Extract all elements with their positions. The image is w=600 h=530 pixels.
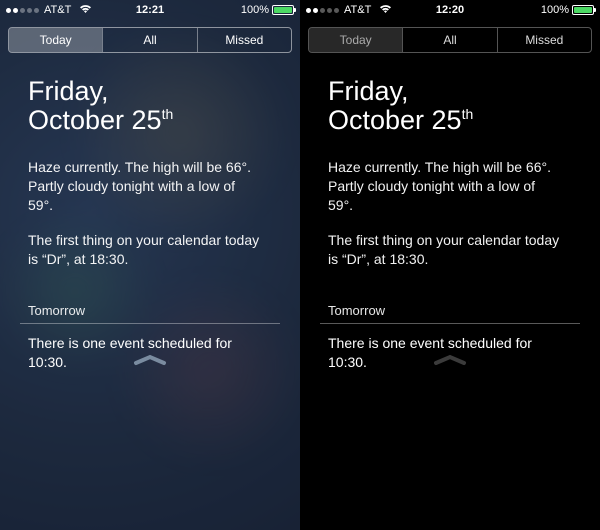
- tab-missed[interactable]: Missed: [497, 28, 591, 52]
- date-weekday: Friday,: [328, 77, 580, 105]
- tab-all[interactable]: All: [402, 28, 496, 52]
- date-ordinal: th: [462, 106, 474, 122]
- calendar-summary: The first thing on your calendar today i…: [328, 231, 568, 269]
- date-ordinal: th: [162, 106, 174, 122]
- today-content: Friday, October 25th Haze currently. The…: [0, 53, 300, 372]
- tab-today[interactable]: Today: [9, 28, 102, 52]
- today-content: Friday, October 25th Haze currently. The…: [300, 53, 600, 372]
- tab-missed[interactable]: Missed: [197, 28, 291, 52]
- battery-icon: [572, 5, 594, 15]
- grabber-handle[interactable]: [300, 354, 600, 366]
- tabs-segmented-control[interactable]: Today All Missed: [8, 27, 292, 53]
- battery-icon: [272, 5, 294, 15]
- status-time: 12:20: [300, 4, 600, 16]
- tabs-segmented-control[interactable]: Today All Missed: [308, 27, 592, 53]
- status-time: 12:21: [0, 4, 300, 16]
- notification-center-pane-blurred: AT&T 12:21 100% Today All Missed Friday,…: [0, 0, 300, 530]
- divider: [320, 323, 580, 324]
- status-bar: AT&T 12:20 100%: [300, 0, 600, 20]
- date-month-day-text: October 25: [328, 105, 462, 135]
- weather-summary: Haze currently. The high will be 66°. Pa…: [28, 158, 258, 215]
- tab-today[interactable]: Today: [309, 28, 402, 52]
- tomorrow-label: Tomorrow: [28, 303, 280, 318]
- status-bar: AT&T 12:21 100%: [0, 0, 300, 20]
- grabber-handle[interactable]: [0, 354, 300, 366]
- notification-center-pane-dark: AT&T 12:20 100% Today All Missed Friday,…: [300, 0, 600, 530]
- date-month-day-text: October 25: [28, 105, 162, 135]
- date-weekday: Friday,: [28, 77, 280, 105]
- tomorrow-label: Tomorrow: [328, 303, 580, 318]
- date-month-day: October 25th: [28, 105, 280, 136]
- date-month-day: October 25th: [328, 105, 580, 136]
- weather-summary: Haze currently. The high will be 66°. Pa…: [328, 158, 558, 215]
- tab-all[interactable]: All: [102, 28, 196, 52]
- divider: [20, 323, 280, 324]
- calendar-summary: The first thing on your calendar today i…: [28, 231, 268, 269]
